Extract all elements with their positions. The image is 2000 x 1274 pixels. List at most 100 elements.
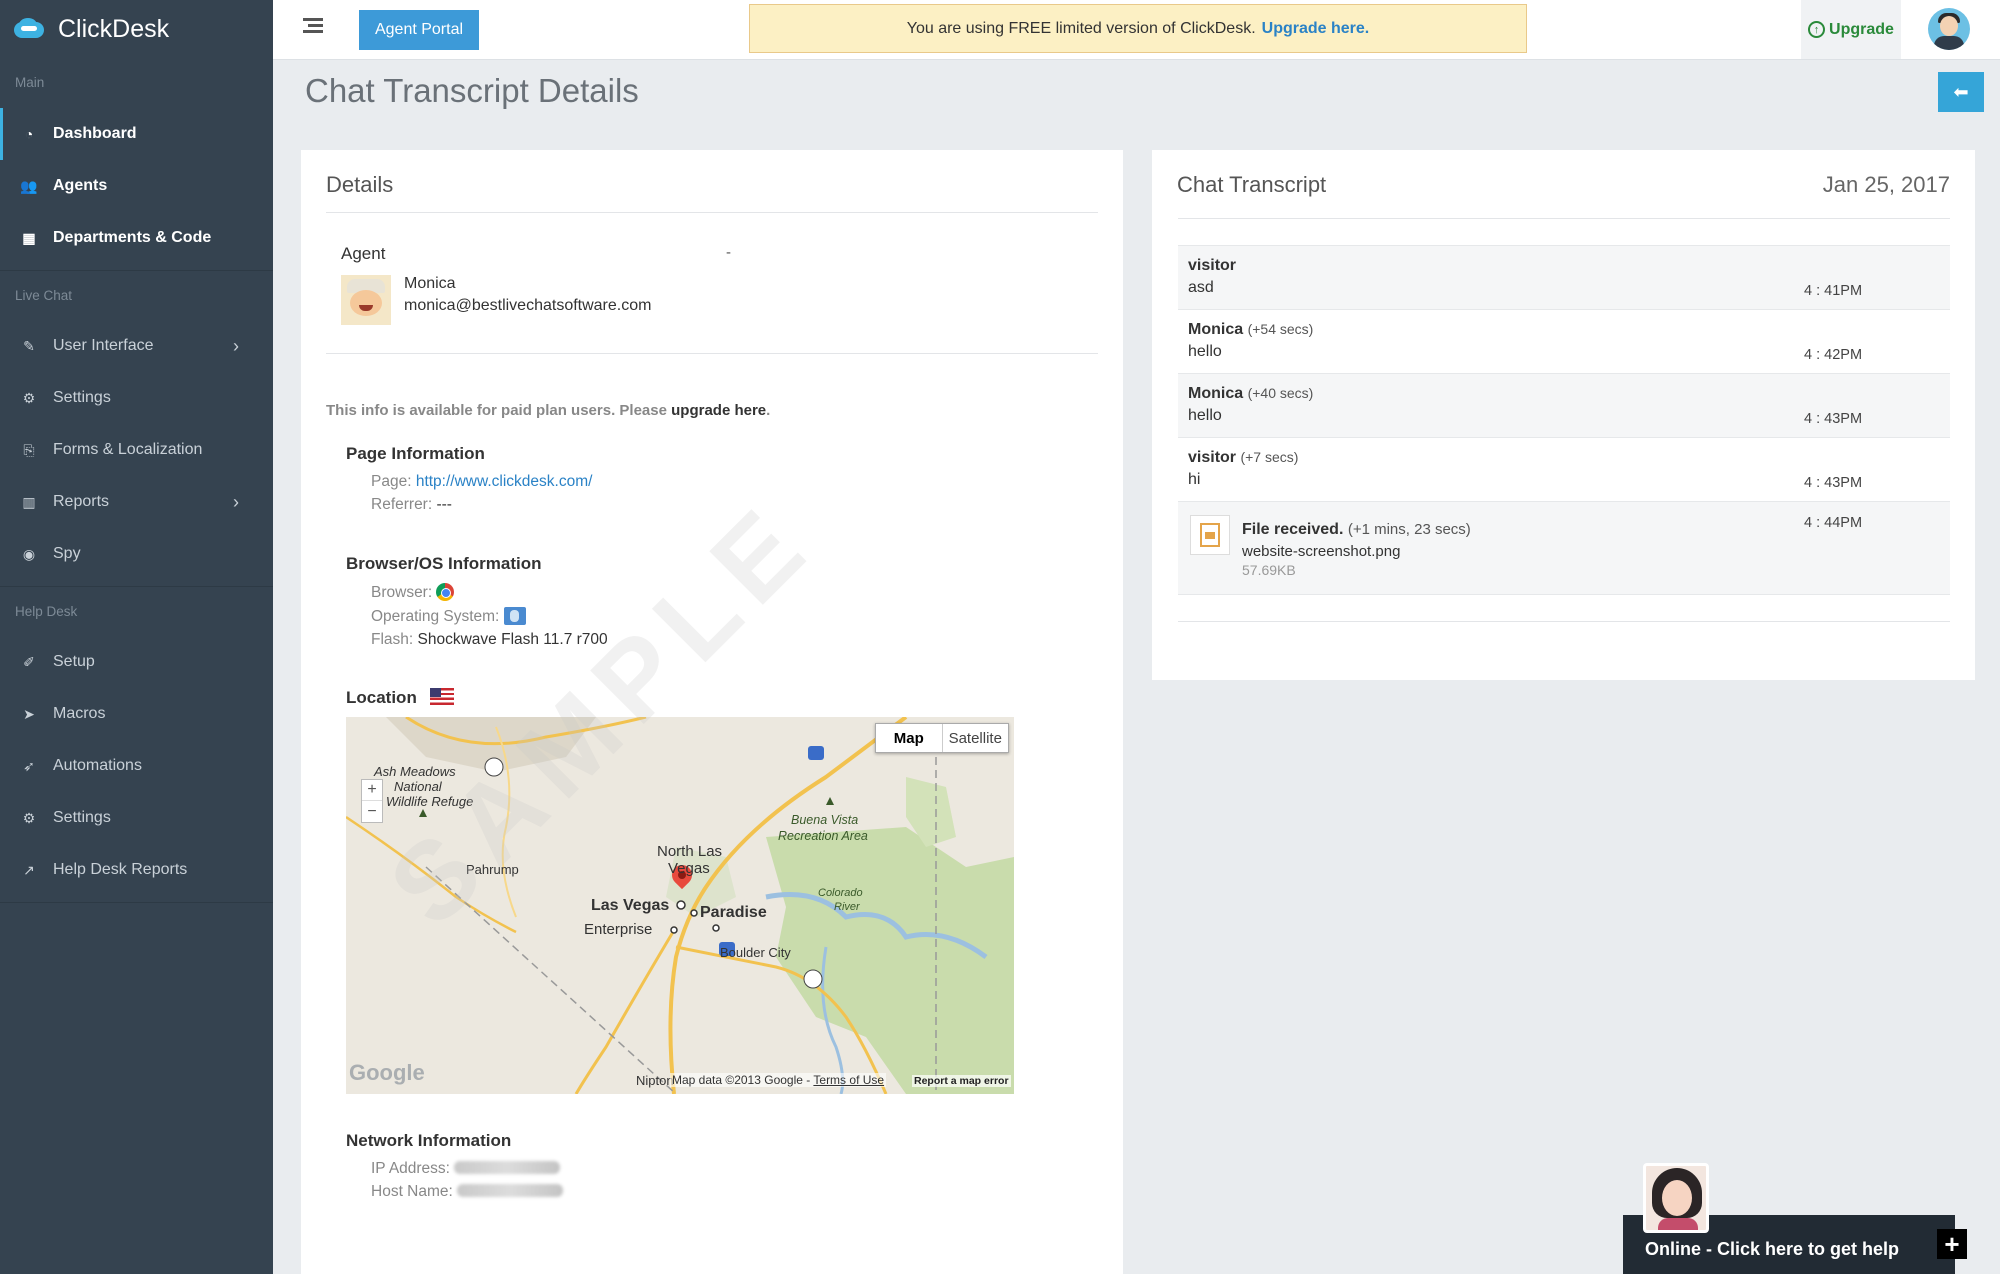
message-sender: Monica [1188,385,1244,402]
sidebar-item-dashboard[interactable]: ◔ Dashboard [0,108,273,160]
terms-of-use-link[interactable]: Terms of Use [813,1073,884,1087]
sidebar-item-label: Agents [53,177,108,194]
file-received-label: File received. [1242,521,1344,538]
chat-message: Monica (+40 secs) hello 4 : 43PM [1178,373,1950,437]
zoom-in-icon[interactable]: + [362,780,382,801]
file-icon[interactable] [1190,515,1230,555]
sidebar-item-user-interface[interactable]: ✎ User Interface › [0,320,273,372]
message-time: 4 : 44PM [1804,515,1863,531]
map-type-toggle: Map Satellite [875,723,1009,753]
location-label: Location [346,688,417,707]
eye-icon: ◉ [22,545,36,562]
details-title: Details [326,172,394,197]
upgrade-here-link[interactable]: upgrade here [671,402,766,419]
transcript-date: Jan 25, 2017 [1822,172,1950,197]
paid-note-period: . [766,402,771,419]
agent-portal-button[interactable]: Agent Portal [359,10,479,50]
ip-address-redacted [454,1161,561,1174]
file-received-message: File received. (+1 mins, 23 secs) websit… [1178,501,1950,595]
divider [326,212,1098,213]
map-label: Vegas [668,860,710,877]
divider [1178,218,1950,219]
file-name-link[interactable]: website-screenshot.png [1242,543,1940,560]
message-time: 4 : 43PM [1804,411,1863,427]
line-chart-icon: ↗ [23,861,35,878]
host-label: Host Name: [371,1183,453,1200]
map-zoom-control: + − [361,779,383,823]
map-label: Ash Meadows [374,764,456,779]
chat-agent-avatar[interactable] [1643,1163,1709,1233]
message-time: 4 : 43PM [1804,475,1863,491]
paid-note-text: This info is available for paid plan use… [326,402,667,419]
bar-chart-icon: ▥ [22,493,36,510]
flash-label: Flash: [371,631,414,648]
message-sender: Monica [1188,321,1244,338]
sidebar-item-automations[interactable]: ➶ Automations [0,740,273,792]
map-label: North Las [657,843,723,860]
page-url-link[interactable]: http://www.clickdesk.com/ [416,473,593,490]
sidebar-item-departments[interactable]: ▦ Departments & Code [0,212,273,264]
map-label: Colorado [818,887,863,899]
zoom-out-icon[interactable]: − [362,801,382,822]
agent-label: Agent [341,244,386,263]
sidebar-item-label: Automations [53,757,142,774]
map-attribution: Map data ©2013 Google - Terms of Use [670,1073,887,1087]
sidebar-item-reports[interactable]: ▥ Reports › [0,476,273,528]
avatar[interactable] [1928,8,1970,50]
referrer-value: --- [436,496,452,513]
brand[interactable]: ClickDesk [0,0,273,58]
sidebar-item-label: Forms & Localization [53,441,203,458]
chat-message: Monica (+54 secs) hello 4 : 42PM [1178,309,1950,373]
sidebar-item-label: Help Desk Reports [53,861,188,878]
users-icon: 👥 [20,177,38,194]
browser-label: Browser: [371,584,433,601]
grid-icon: ▦ [22,229,36,246]
plus-icon[interactable]: + [1937,1229,1967,1259]
map-label: Paradise [700,904,767,921]
gear-icon: ⚙ [22,809,36,826]
sidebar-item-label: Settings [53,389,111,406]
chrome-icon [436,583,455,601]
divider [1178,621,1950,622]
location-map[interactable]: + − Map Satellite Ash Meadows National W… [346,717,1014,1094]
paper-plane-icon: ➤ [23,705,35,722]
banner-upgrade-link[interactable]: Upgrade here. [1262,20,1370,38]
sidebar-item-macros[interactable]: ➤ Macros [0,688,273,740]
page-url-line: Page: http://www.clickdesk.com/ [371,473,592,491]
map-label: River [834,901,860,913]
sidebar-divider [0,902,273,903]
sidebar-item-helpdesk-reports[interactable]: ↗ Help Desk Reports [0,844,273,896]
section-label-main: Main [15,75,45,90]
brush-icon: ✎ [23,337,35,354]
back-button[interactable]: ⬅ [1938,72,1984,112]
paid-plan-note: This info is available for paid plan use… [326,402,770,419]
map-label: Boulder City [720,945,791,960]
chevron-right-icon: › [233,335,239,356]
brand-name: ClickDesk [58,14,170,43]
google-logo: Google [349,1060,425,1085]
page-title: Chat Transcript Details [305,72,639,109]
wrench-icon: ✐ [23,653,35,670]
sidebar-item-agents[interactable]: 👥 Agents [0,160,273,212]
map-label: Buena Vista [791,813,859,827]
sidebar-item-helpdesk-settings[interactable]: ⚙ Settings [0,792,273,844]
sidebar-item-label: Settings [53,809,111,826]
satellite-button[interactable]: Satellite [943,724,1009,752]
upgrade-button[interactable]: ↑ Upgrade [1801,0,1901,59]
message-sender: visitor [1188,449,1237,466]
agent-name: Monica [404,275,456,292]
browser-line: Browser: [371,583,455,602]
network-information-heading: Network Information [346,1131,512,1150]
clickdesk-logo-icon [14,18,44,40]
chat-message: visitor (+7 secs) hi 4 : 43PM [1178,437,1950,501]
chat-widget-label: Online - Click here to get help [1645,1239,1900,1259]
sidebar-item-forms[interactable]: ⎘ Forms & Localization [0,424,273,476]
map-button[interactable]: Map [876,724,943,752]
sidebar-item-spy[interactable]: ◉ Spy [0,528,273,580]
sidebar-item-setup[interactable]: ✐ Setup [0,636,273,688]
sidebar-item-settings[interactable]: ⚙ Settings [0,372,273,424]
referrer-line: Referrer: --- [371,496,452,514]
map-label: Recreation Area [778,829,868,843]
report-map-error-link[interactable]: Report a map error [912,1075,1011,1087]
menu-toggle-icon[interactable] [303,18,323,34]
